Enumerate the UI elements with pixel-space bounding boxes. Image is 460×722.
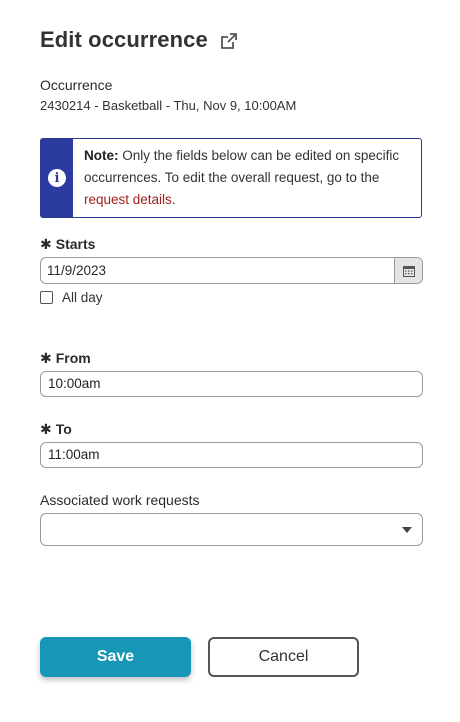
starts-date-field[interactable]: 11/9/2023 [40, 257, 423, 284]
title-row: Edit occurrence [40, 27, 238, 53]
external-link-icon[interactable] [220, 32, 238, 50]
all-day-checkbox[interactable] [40, 291, 53, 304]
work-requests-select[interactable] [40, 513, 423, 546]
to-label: ✱ To [40, 421, 72, 438]
note-body: Only the fields below can be edited on s… [84, 148, 400, 185]
work-requests-label: Associated work requests [40, 492, 200, 508]
cancel-button[interactable]: Cancel [208, 637, 359, 677]
required-icon: ✱ [40, 236, 52, 252]
starts-label: ✱ Starts [40, 236, 95, 253]
occurrence-value: 2430214 - Basketball - Thu, Nov 9, 10:00… [40, 98, 297, 113]
required-icon: ✱ [40, 421, 52, 437]
note-suffix: . [171, 192, 176, 207]
to-time-input[interactable]: 11:00am [40, 442, 423, 468]
from-label: ✱ From [40, 350, 91, 367]
note-prefix: Note: [84, 148, 119, 163]
note-accent-bar: i [41, 139, 73, 217]
save-button[interactable]: Save [40, 637, 191, 677]
info-icon: i [48, 169, 66, 187]
note-text: Note: Only the fields below can be edite… [73, 139, 421, 217]
required-icon: ✱ [40, 350, 52, 366]
from-label-text: From [55, 350, 91, 366]
all-day-label: All day [62, 290, 103, 305]
to-label-text: To [55, 421, 72, 437]
from-time-input[interactable]: 10:00am [40, 371, 423, 397]
request-details-link[interactable]: request details [84, 192, 172, 207]
starts-label-text: Starts [55, 236, 96, 252]
note-box: i Note: Only the fields below can be edi… [40, 138, 422, 218]
all-day-row: All day [40, 290, 103, 305]
starts-date-value[interactable]: 11/9/2023 [41, 258, 394, 283]
calendar-icon[interactable] [394, 258, 422, 283]
page-title: Edit occurrence [40, 27, 208, 52]
chevron-down-icon [402, 527, 412, 533]
occurrence-label: Occurrence [40, 77, 113, 93]
